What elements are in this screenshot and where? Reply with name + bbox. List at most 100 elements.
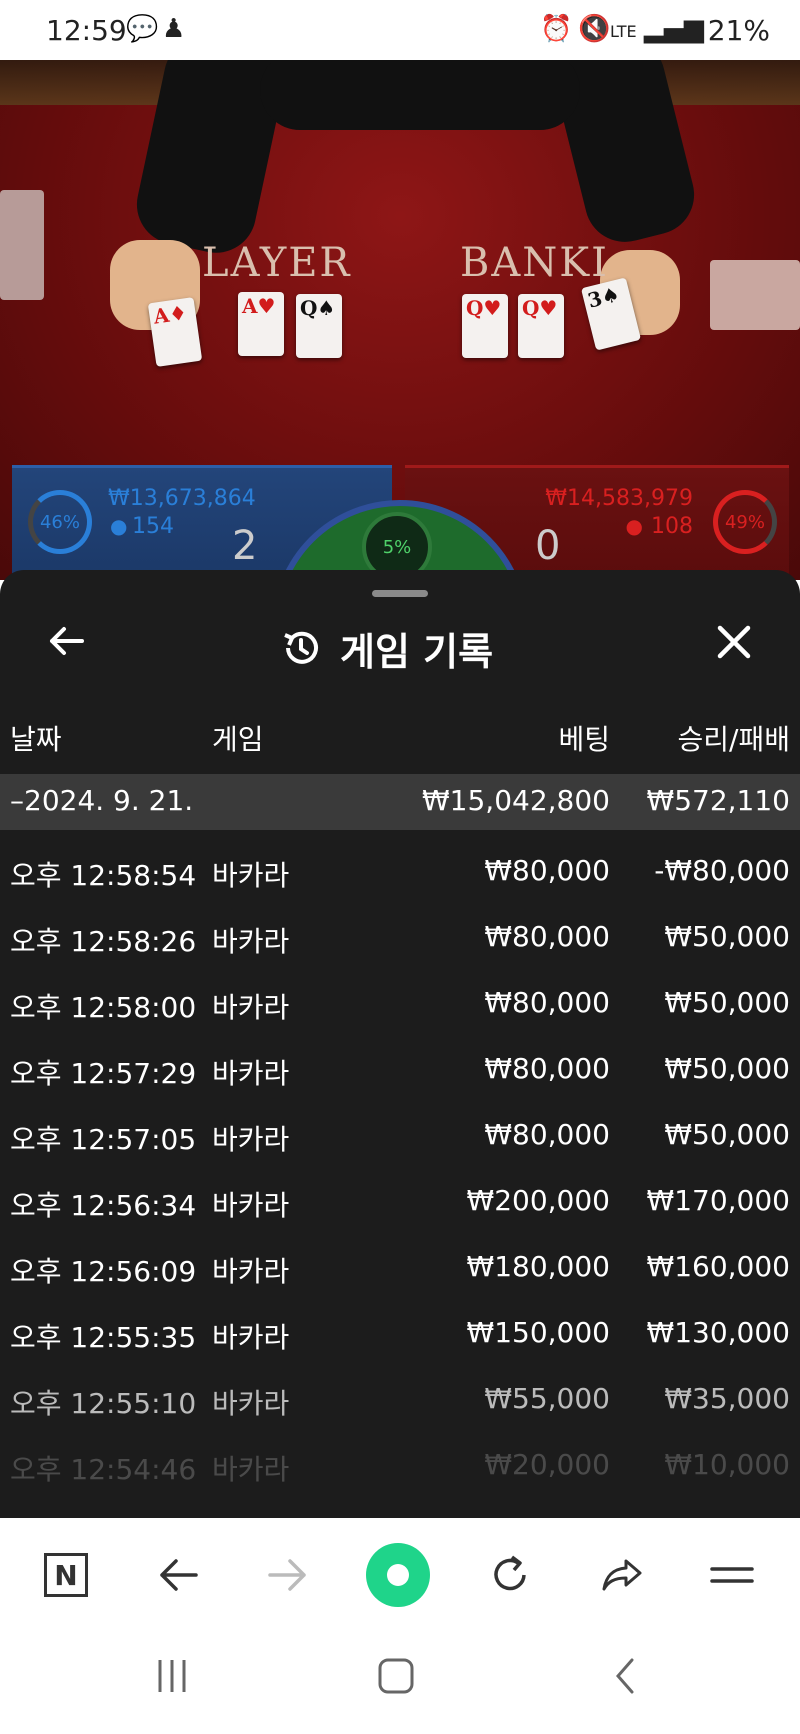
row-bet: ₩55,000	[484, 1382, 610, 1415]
game-video: LAYER BANKI A♦ A♥ Q♠ Q♥ Q♥ 3♠ 46% ₩13,67…	[0, 60, 800, 580]
column-bet[interactable]: 베팅	[558, 718, 610, 758]
menu-icon	[710, 1567, 754, 1583]
row-time: 오후 12:55:10	[10, 1387, 197, 1420]
row-bet: ₩20,000	[484, 1448, 610, 1481]
share-button[interactable]	[590, 1543, 654, 1607]
recent-apps-icon	[158, 1660, 186, 1692]
table-row[interactable]: 오후 12:58:00 바카라 ₩80,000 ₩50,000	[0, 972, 800, 1038]
alarm-icon: ⏰	[540, 14, 573, 44]
table-row[interactable]: 오후 12:57:05 바카라 ₩80,000 ₩50,000	[0, 1104, 800, 1170]
row-result: ₩50,000	[664, 986, 790, 1019]
row-bet: ₩200,000	[466, 1184, 610, 1217]
naver-home-button[interactable]: N	[34, 1543, 98, 1607]
naver-n-icon: N	[44, 1553, 88, 1597]
notification-icon: ♟	[162, 14, 186, 44]
row-bet: ₩80,000	[484, 920, 610, 953]
date-group-row[interactable]: –2024. 9. 21. ₩15,042,800 ₩572,110	[0, 774, 800, 830]
system-nav-bar	[0, 1628, 800, 1734]
player-card-2: A♥	[238, 292, 284, 356]
status-time: 12:59	[46, 14, 127, 47]
column-date[interactable]: 날짜	[10, 718, 62, 758]
chat-icon: 💬	[126, 14, 159, 44]
user-icon: ●	[110, 514, 128, 538]
player-bet-count: 154	[132, 514, 174, 539]
user-icon: ●	[625, 514, 643, 538]
row-bet: ₩80,000	[484, 854, 610, 887]
row-result: -₩80,000	[654, 854, 790, 887]
row-game: 바카라	[212, 925, 290, 958]
row-time: 오후 12:56:09	[10, 1255, 197, 1288]
banker-score: 0	[535, 523, 561, 569]
row-game: 바카라	[212, 1189, 290, 1222]
row-time: 오후 12:55:35	[10, 1321, 197, 1354]
chevron-left-icon	[616, 1658, 634, 1694]
network-icon: LTE	[610, 22, 637, 41]
recent-apps-button[interactable]	[152, 1656, 192, 1706]
group-date: –2024. 9. 21.	[10, 784, 194, 817]
row-game: 바카라	[212, 1057, 290, 1090]
banker-card-1: Q♥	[462, 294, 508, 358]
banker-zone-label: BANKI	[460, 240, 609, 286]
column-headers: 날짜 게임 베팅 승리/패배	[0, 718, 800, 758]
column-game[interactable]: 게임	[212, 718, 264, 758]
row-game: 바카라	[212, 1255, 290, 1288]
browser-back-button[interactable]	[146, 1543, 210, 1607]
refresh-button[interactable]	[478, 1543, 542, 1607]
browser-toolbar: N	[0, 1518, 800, 1628]
game-history-sheet: 게임 기록 날짜 게임 베팅 승리/패배 –2024. 9. 21. ₩15,0…	[0, 570, 800, 1518]
banker-bet-count: 108	[651, 514, 693, 539]
table-row[interactable]: 오후 12:58:26 바카라 ₩80,000 ₩50,000	[0, 906, 800, 972]
row-result: ₩50,000	[664, 920, 790, 953]
row-game: 바카라	[212, 859, 290, 892]
row-result: ₩50,000	[664, 1052, 790, 1085]
home-button[interactable]	[376, 1656, 416, 1706]
banker-card-2: Q♥	[518, 294, 564, 358]
row-game: 바카라	[212, 991, 290, 1024]
row-bet: ₩80,000	[484, 1118, 610, 1151]
battery-level: 21%	[707, 14, 770, 47]
table-row[interactable]: 오후 12:54:46 바카라 ₩20,000 ₩10,000	[0, 1434, 800, 1500]
title-group: 게임 기록	[280, 618, 493, 678]
group-result-total: ₩572,110	[646, 784, 790, 817]
row-result: ₩170,000	[646, 1184, 790, 1217]
browser-forward-button[interactable]	[256, 1543, 320, 1607]
status-bar: 12:59 💬 ♟ ⏰ 🔇 LTE ▂▄▆ 21%	[0, 0, 800, 60]
row-time: 오후 12:56:34	[10, 1189, 197, 1222]
drag-handle[interactable]	[372, 590, 428, 597]
player-zone-label: LAYER	[202, 240, 352, 286]
menu-button[interactable]	[700, 1543, 764, 1607]
sheet-header: 게임 기록	[0, 610, 800, 690]
row-game: 바카라	[212, 1453, 290, 1486]
share-icon	[602, 1559, 642, 1591]
system-back-button[interactable]	[606, 1656, 646, 1706]
history-icon	[284, 631, 318, 664]
home-icon	[378, 1658, 414, 1694]
row-bet: ₩80,000	[484, 986, 610, 1019]
row-bet: ₩150,000	[466, 1316, 610, 1349]
row-game: 바카라	[212, 1387, 290, 1420]
green-dot-icon	[366, 1543, 430, 1607]
table-row[interactable]: 오후 12:57:29 바카라 ₩80,000 ₩50,000	[0, 1038, 800, 1104]
row-result: ₩10,000	[664, 1448, 790, 1481]
group-bet-total: ₩15,042,800	[421, 784, 610, 817]
row-time: 오후 12:54:46	[10, 1453, 197, 1486]
player-bet-amount: ₩13,673,864	[108, 486, 256, 511]
row-bet: ₩80,000	[484, 1052, 610, 1085]
mute-icon: 🔇	[578, 14, 611, 44]
table-row[interactable]: 오후 12:58:54 바카라 ₩80,000 -₩80,000	[0, 840, 800, 906]
card-shoe	[710, 260, 800, 330]
arrow-left-icon	[160, 1559, 198, 1591]
row-result: ₩35,000	[664, 1382, 790, 1415]
table-row[interactable]: 오후 12:56:34 바카라 ₩200,000 ₩170,000	[0, 1170, 800, 1236]
close-button[interactable]	[706, 620, 762, 676]
arrow-left-icon	[50, 627, 84, 655]
column-result[interactable]: 승리/패배	[678, 718, 790, 758]
player-card-3: Q♠	[296, 294, 342, 358]
dealer-body	[260, 60, 580, 130]
green-dot-button[interactable]	[366, 1543, 430, 1607]
table-row[interactable]: 오후 12:55:35 바카라 ₩150,000 ₩130,000	[0, 1302, 800, 1368]
table-row[interactable]: 오후 12:55:10 바카라 ₩55,000 ₩35,000	[0, 1368, 800, 1434]
arrow-right-icon	[268, 1559, 306, 1591]
back-button[interactable]	[38, 620, 94, 676]
table-row[interactable]: 오후 12:56:09 바카라 ₩180,000 ₩160,000	[0, 1236, 800, 1302]
